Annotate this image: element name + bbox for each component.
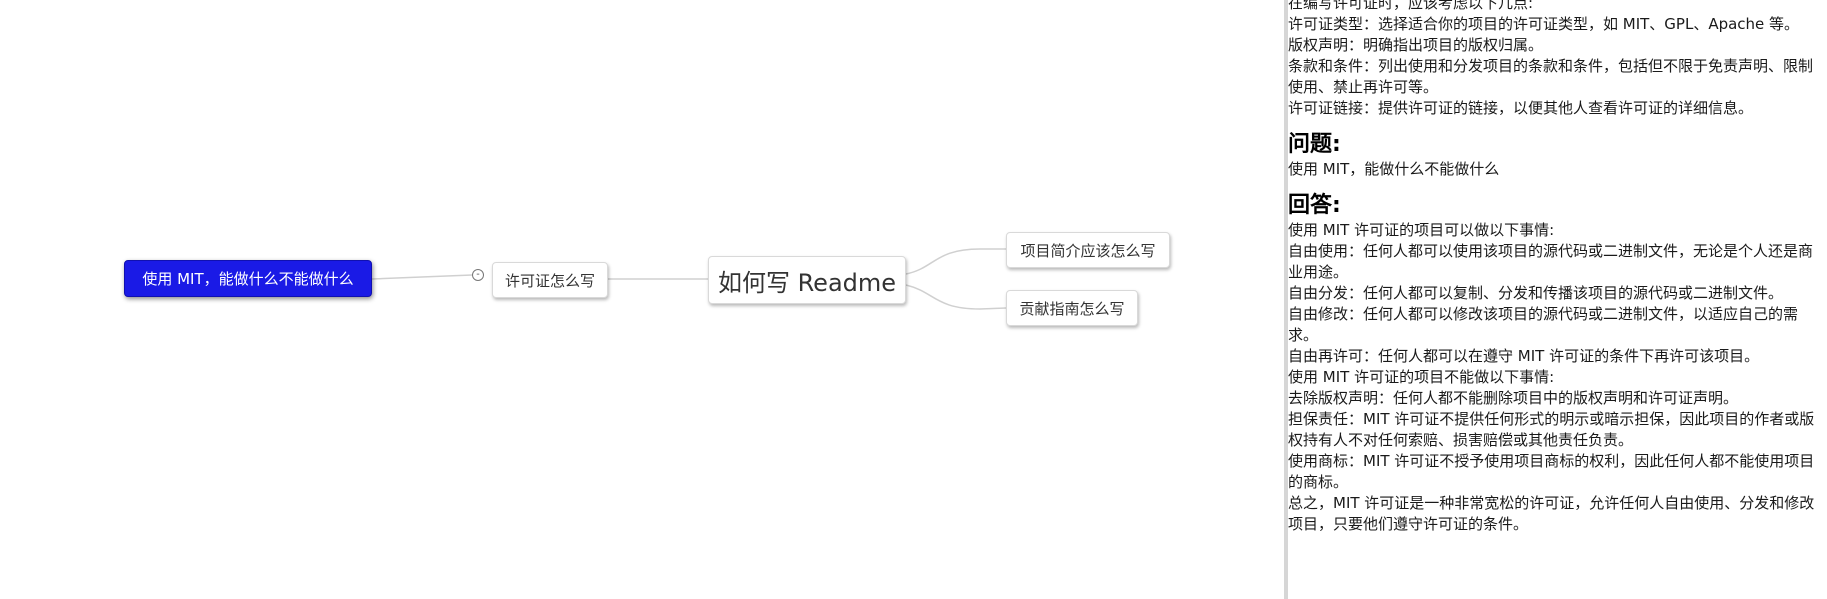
notes-line: 在编写许可证时，应该考虑以下几点: (1288, 0, 1534, 12)
answer-line: 自由分发：任何人都可以复制、分发和传播该项目的源代码或二进制文件。 (1288, 284, 1784, 302)
answer-line: 去除版权声明：任何人都不能删除项目中的版权声明和许可证声明。 (1288, 389, 1739, 407)
notes-panel[interactable]: 在编写许可证时，应该考虑以下几点: 许可证类型：选择适合你的项目的许可证类型，如… (1288, 0, 1827, 599)
collapse-toggle-icon[interactable]: - (472, 269, 484, 281)
notes-content: 在编写许可证时，应该考虑以下几点: 许可证类型：选择适合你的项目的许可证类型，如… (1288, 0, 1823, 535)
notes-line: 许可证链接：提供许可证的链接，以便其他人查看许可证的详细信息。 (1288, 99, 1754, 117)
answer-line: 总之，MIT 许可证是一种非常宽松的许可证，允许任何人自由使用、分发和修改项目，… (1288, 494, 1815, 533)
question-text: 使用 MIT，能做什么不能做什么 (1288, 160, 1500, 178)
edge-root-to-intro (905, 248, 1006, 275)
notes-line: 条款和条件：列出使用和分发项目的条款和条件，包括但不限于免责声明、限制使用、禁止… (1288, 57, 1814, 96)
app-window: 使用 MIT，能做什么不能做什么 - 许可证怎么写 如何写 Readme 项目简… (0, 0, 1827, 599)
edge-root-to-contrib (905, 284, 1007, 310)
node-contributing[interactable]: 贡献指南怎么写 (1006, 290, 1138, 326)
notes-line: 许可证类型：选择适合你的项目的许可证类型，如 MIT、GPL、Apache 等。 (1288, 15, 1800, 33)
answer-heading: 回答: (1288, 193, 1341, 218)
answer-line: 自由修改：任何人都可以修改该项目的源代码或二进制文件，以适应自己的需求。 (1288, 305, 1799, 344)
answer-line: 自由使用：任何人都可以使用该项目的源代码或二进制文件，无论是个人还是商业用途。 (1288, 242, 1814, 281)
answer-line: 担保责任：MIT 许可证不提供任何形式的明示或暗示担保，因此项目的作者或版权持有… (1288, 410, 1815, 449)
answer-line: 使用 MIT 许可证的项目可以做以下事情: (1288, 221, 1555, 239)
notes-line: 版权声明：明确指出项目的版权归属。 (1288, 36, 1544, 54)
node-selected-mit[interactable]: 使用 MIT，能做什么不能做什么 (124, 260, 372, 297)
answer-line: 使用 MIT 许可证的项目不能做以下事情: (1288, 368, 1555, 386)
node-project-intro[interactable]: 项目简介应该怎么写 (1006, 232, 1170, 268)
edge-selected-to-license (371, 274, 473, 280)
mindmap-canvas[interactable]: 使用 MIT，能做什么不能做什么 - 许可证怎么写 如何写 Readme 项目简… (0, 0, 1284, 599)
question-heading: 问题: (1288, 132, 1341, 157)
answer-line: 使用商标：MIT 许可证不授予使用项目商标的权利，因此任何人都不能使用项目的商标… (1288, 452, 1815, 491)
node-root[interactable]: 如何写 Readme (708, 256, 906, 304)
node-license[interactable]: 许可证怎么写 (492, 262, 608, 298)
answer-line: 自由再许可：任何人都可以在遵守 MIT 许可证的条件下再许可该项目。 (1288, 347, 1760, 365)
